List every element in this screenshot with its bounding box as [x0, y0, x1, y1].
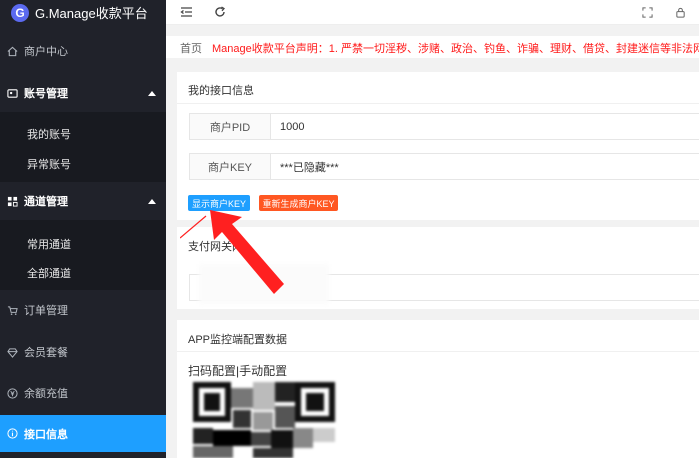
sidebar-group-label: 通道管理 — [24, 196, 68, 208]
chevron-up-icon — [148, 198, 156, 204]
refresh-icon[interactable] — [213, 5, 227, 19]
app-logo[interactable]: G G.Manage收款平台 — [0, 0, 166, 25]
diamond-icon — [6, 346, 18, 358]
api-info-card: 我的接口信息 商户PID 1000 商户KEY ***已隐藏*** 显示商户KE… — [177, 72, 699, 220]
show-key-button[interactable]: 显示商户KEY — [188, 195, 250, 211]
yen-icon — [6, 387, 18, 399]
sidebar-group-channels[interactable]: 通道管理 — [0, 192, 166, 210]
sidebar: G G.Manage收款平台 商户中心 账号管理 我的账号 异常账号 通道管理 … — [0, 0, 166, 458]
grid-icon — [6, 195, 18, 207]
breadcrumb-bar: 首页 Manage收款平台声明：1. 严禁一切淫秽、涉赌、政治、钓鱼、诈骗、理财… — [166, 36, 699, 58]
qr-code-image — [193, 380, 335, 458]
regenerate-key-button[interactable]: 重新生成商户KEY — [259, 195, 338, 211]
sidebar-group-accounts[interactable]: 账号管理 — [0, 84, 166, 102]
sidebar-item-common-channels[interactable]: 常用通道 — [0, 236, 166, 252]
pid-label: 商户PID — [189, 113, 271, 140]
sidebar-item-merchant-center[interactable]: 商户中心 — [0, 42, 166, 60]
pid-field[interactable]: 1000 — [270, 113, 699, 140]
sidebar-item-all-channels[interactable]: 全部通道 — [0, 265, 166, 281]
config-mode-text[interactable]: 扫码配置|手动配置 — [188, 362, 287, 379]
lock-icon[interactable] — [673, 5, 687, 19]
top-bar — [166, 0, 699, 25]
info-icon — [6, 428, 18, 440]
sidebar-item-recharge[interactable]: 余额充值 — [0, 384, 166, 402]
user-icon — [6, 87, 18, 99]
card-divider — [177, 351, 699, 352]
home-icon — [6, 45, 18, 57]
sidebar-item-my-account[interactable]: 我的账号 — [0, 126, 166, 142]
breadcrumb-home[interactable]: 首页 — [180, 40, 202, 56]
fullscreen-icon[interactable] — [640, 5, 654, 19]
sidebar-item-label: 订单管理 — [24, 305, 68, 317]
sidebar-item-label: 接口信息 — [24, 428, 68, 441]
menu-collapse-icon[interactable] — [179, 5, 193, 19]
redacted-region — [199, 264, 329, 304]
sidebar-item-label: 余额充值 — [24, 388, 68, 400]
card-title: APP监控端配置数据 — [188, 334, 288, 346]
key-field[interactable]: ***已隐藏*** — [270, 153, 699, 180]
sidebar-item-api-info[interactable]: 接口信息 — [0, 415, 166, 452]
card-title: 我的接口信息 — [188, 85, 254, 97]
sidebar-group-label: 账号管理 — [24, 88, 68, 100]
app-title: G.Manage收款平台 — [35, 6, 148, 21]
gateway-card: 支付网关网 — [177, 227, 699, 309]
sidebar-item-label: 商户中心 — [24, 46, 68, 58]
sidebar-item-plans[interactable]: 会员套餐 — [0, 343, 166, 361]
sidebar-item-orders[interactable]: 订单管理 — [0, 301, 166, 319]
chevron-up-icon — [148, 90, 156, 96]
gateway-label: 支付网关网 — [188, 241, 243, 253]
platform-notice: Manage收款平台声明：1. 严禁一切淫秽、涉赌、政治、钓鱼、诈骗、理财、借贷… — [212, 43, 699, 55]
sidebar-item-label: 会员套餐 — [24, 347, 68, 359]
key-label: 商户KEY — [189, 153, 271, 180]
logo-badge-icon: G — [11, 3, 29, 22]
card-divider — [177, 103, 699, 104]
sidebar-item-abnormal-account[interactable]: 异常账号 — [0, 156, 166, 172]
cart-icon — [6, 304, 18, 316]
